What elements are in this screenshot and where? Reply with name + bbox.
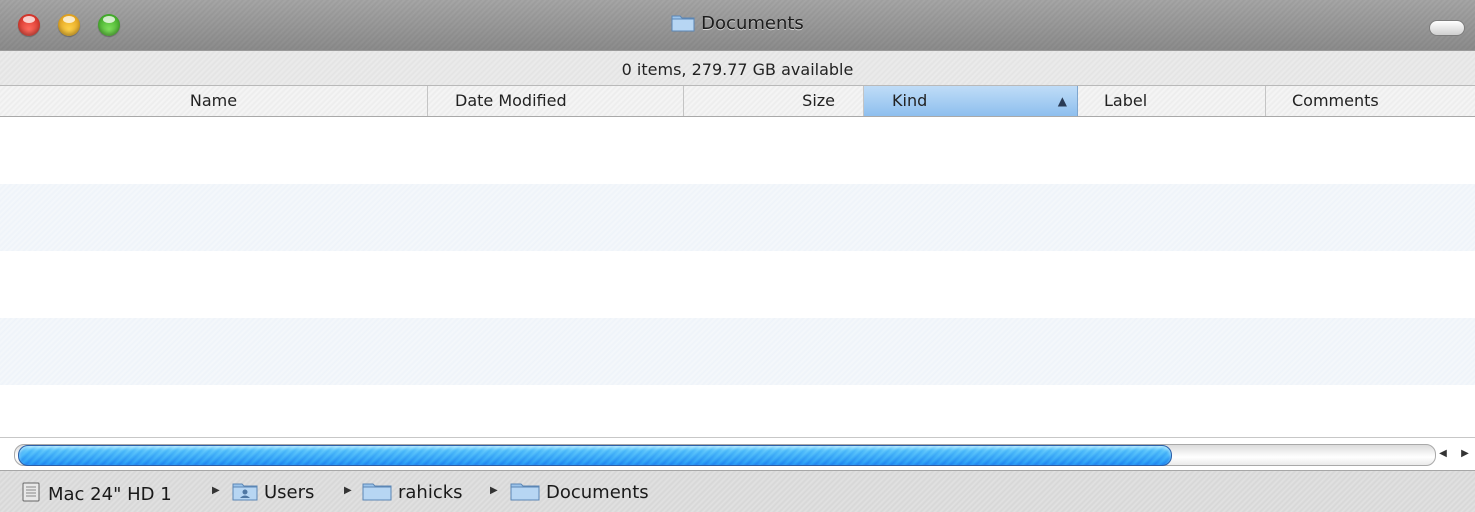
list-row <box>0 117 1475 184</box>
scroll-right-icon[interactable]: ▶ <box>1456 446 1474 462</box>
finder-window: Documents 0 items, 279.77 GB available N… <box>0 0 1475 512</box>
path-item-label: Users <box>264 482 315 503</box>
folder-icon <box>362 481 392 506</box>
status-text: 0 items, 279.77 GB available <box>621 60 854 79</box>
window-title: Documents <box>0 12 1475 37</box>
column-header-label[interactable]: Label <box>1078 86 1266 116</box>
list-row <box>0 251 1475 318</box>
path-separator-icon: ▶ <box>490 485 498 496</box>
file-list[interactable] <box>0 117 1475 435</box>
sort-ascending-icon: ▲ <box>1057 94 1067 108</box>
list-row <box>0 184 1475 251</box>
list-row <box>0 318 1475 385</box>
path-item-documents[interactable]: Documents <box>510 481 649 506</box>
path-bar: Mac 24" HD 1 ▶ Users ▶ rahicks ▶ Documen… <box>0 470 1475 512</box>
horizontal-scrollbar[interactable]: ◀ ▶ <box>0 437 1475 470</box>
path-item-hard-drive[interactable]: Mac 24" HD 1 <box>20 481 172 508</box>
path-item-label: Documents <box>546 482 649 503</box>
title-bar[interactable]: Documents <box>0 0 1475 51</box>
column-header-kind-label: Kind <box>892 91 928 110</box>
column-header-size[interactable]: Size <box>684 86 864 116</box>
scroll-left-icon[interactable]: ◀ <box>1434 446 1452 462</box>
status-bar: 0 items, 279.77 GB available <box>0 51 1475 86</box>
hard-drive-icon <box>20 481 42 508</box>
column-header-date-modified[interactable]: Date Modified <box>428 86 684 116</box>
column-headers: Name Date Modified Size Kind ▲ Label Com… <box>0 86 1475 117</box>
window-title-text: Documents <box>701 13 804 34</box>
folder-icon <box>510 481 540 506</box>
list-row <box>0 385 1475 435</box>
toolbar-toggle-button[interactable] <box>1429 20 1465 36</box>
users-folder-icon <box>232 481 258 506</box>
column-header-comments[interactable]: Comments <box>1266 86 1475 116</box>
path-item-rahicks[interactable]: rahicks <box>362 481 463 506</box>
column-header-kind[interactable]: Kind ▲ <box>864 86 1078 116</box>
path-item-users[interactable]: Users <box>232 481 314 506</box>
path-item-label: rahicks <box>398 482 463 503</box>
path-separator-icon: ▶ <box>212 485 220 496</box>
path-separator-icon: ▶ <box>344 485 352 496</box>
folder-icon <box>671 12 695 37</box>
path-item-label: Mac 24" HD 1 <box>48 484 172 505</box>
column-header-name[interactable]: Name <box>0 86 428 116</box>
scrollbar-thumb[interactable] <box>18 445 1172 466</box>
